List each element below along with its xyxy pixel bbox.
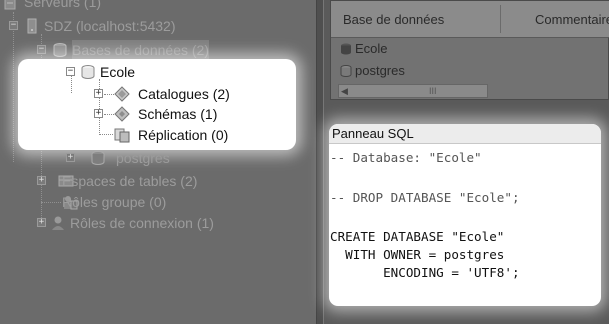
tree-item-replication[interactable]: Réplication (0): [18, 125, 288, 145]
sql-line: ENCODING = 'UTF8';: [330, 265, 520, 280]
column-header-database[interactable]: Base de données: [343, 12, 444, 27]
tree-label: SDZ (localhost:5432): [44, 18, 176, 34]
tree-label: Rôles groupe (0): [62, 194, 167, 210]
server-icon: [27, 18, 37, 34]
tree-item-server-sdz[interactable]: − SDZ (localhost:5432): [0, 16, 300, 36]
sql-line: WITH OWNER = postgres: [330, 247, 505, 262]
tree-label: postgres: [116, 150, 170, 166]
database-icon: [81, 65, 95, 79]
tree-label: Rôles de connexion (1): [70, 215, 214, 231]
expand-icon[interactable]: +: [94, 109, 103, 118]
grid-cell-name: Ecole: [355, 41, 388, 56]
tree-item-servers[interactable]: Serveurs (1): [0, 0, 300, 12]
tree-item-catalogues[interactable]: + Catalogues (2): [18, 84, 288, 104]
tree-item-databases[interactable]: − Bases de données (2): [0, 40, 300, 60]
highlighted-ecole-subtree: − Ecole + Catalogues (2) + Schémas (1) R…: [18, 59, 296, 150]
panel-splitter[interactable]: [316, 0, 324, 324]
expand-icon[interactable]: +: [66, 153, 75, 162]
tree-item-db-postgres[interactable]: + postgres: [0, 148, 300, 168]
expand-icon[interactable]: +: [37, 218, 46, 227]
horizontal-scrollbar[interactable]: ◀ III: [338, 84, 488, 98]
sql-line: -- DROP DATABASE "Ecole";: [330, 190, 520, 205]
tree-item-tablespaces[interactable]: + Espaces de tables (2): [0, 171, 300, 191]
tree-item-group-roles[interactable]: Rôles groupe (0): [0, 192, 300, 212]
collapse-icon[interactable]: −: [66, 67, 75, 76]
database-icon: [341, 43, 351, 55]
column-header-comments[interactable]: Commentaires: [535, 12, 609, 27]
tree-label: Ecole: [100, 64, 136, 80]
grid-header: Base de données Commentaires: [331, 1, 609, 38]
tree-label: Espaces de tables (2): [62, 173, 198, 189]
column-divider[interactable]: [500, 5, 501, 33]
tree-label: Serveurs (1): [24, 0, 102, 10]
tree-label: Catalogues (2): [138, 86, 230, 102]
login-roles-icon: [52, 216, 64, 230]
tree-item-login-roles[interactable]: + Rôles de connexion (1): [0, 213, 300, 233]
tree-item-schemas[interactable]: + Schémas (1): [18, 104, 288, 124]
scroll-grip[interactable]: III: [429, 85, 437, 97]
collapse-icon[interactable]: −: [37, 45, 46, 54]
database-icon: [340, 65, 352, 77]
expand-icon[interactable]: +: [94, 89, 103, 98]
tree-guide: [41, 202, 61, 203]
tree-label: Schémas (1): [138, 106, 218, 122]
schemas-icon: [114, 106, 130, 122]
tree-label: Réplication (0): [138, 127, 229, 143]
replication-icon: [114, 128, 130, 143]
grid-cell-name: postgres: [355, 63, 405, 78]
tree-label: Bases de données (2): [72, 40, 209, 60]
database-icon: [91, 151, 105, 165]
object-browser-tree: Serveurs (1) − SDZ (localhost:5432) − Ba…: [0, 0, 316, 324]
sql-line: -- Database: "Ecole": [330, 150, 482, 165]
expand-icon[interactable]: +: [37, 176, 46, 185]
collapse-icon[interactable]: −: [9, 21, 18, 30]
scroll-left-icon[interactable]: ◀: [341, 85, 348, 97]
sql-line: CREATE DATABASE "Ecole": [330, 229, 505, 244]
sql-panel: Panneau SQL -- Database: "Ecole" -- DROP…: [329, 124, 601, 306]
servers-icon: [4, 0, 16, 10]
tree-item-db-ecole[interactable]: − Ecole: [18, 62, 288, 82]
sql-panel-title: Panneau SQL: [329, 124, 601, 144]
catalogues-icon: [114, 86, 130, 102]
databases-icon: [53, 43, 67, 57]
